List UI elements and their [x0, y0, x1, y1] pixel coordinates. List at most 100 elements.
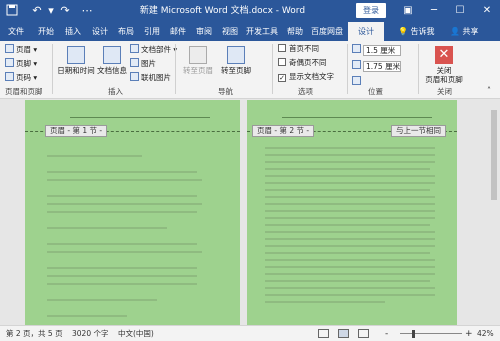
- share-button[interactable]: 👤 共享: [450, 22, 479, 41]
- undo-icon[interactable]: ↶: [30, 4, 44, 18]
- ribbon-display-icon[interactable]: ▣: [395, 0, 421, 22]
- footer-bottom-input[interactable]: 1.75 厘米: [363, 60, 401, 72]
- text-line: [265, 196, 435, 198]
- diff-odd-even-checkbox[interactable]: 奇偶页不同: [278, 58, 327, 68]
- doc-parts-button[interactable]: 文档部件 ▾: [130, 44, 177, 55]
- tab-baidu-netdisk[interactable]: 百度网盘: [309, 22, 345, 41]
- text-line: [265, 161, 435, 163]
- web-layout-icon[interactable]: [358, 329, 369, 338]
- footer-icon: [5, 58, 14, 67]
- close-icon[interactable]: ✕: [474, 0, 500, 22]
- page-left[interactable]: 页眉 - 第 1 节 -: [25, 100, 240, 325]
- text-line: [265, 203, 435, 205]
- scrollbar-thumb[interactable]: [491, 110, 497, 200]
- doc-info-icon: [103, 46, 121, 64]
- zoom-slider-thumb[interactable]: [412, 330, 415, 338]
- tab-home[interactable]: 开始: [34, 22, 58, 41]
- footer-position-icon: [352, 60, 361, 69]
- divider: [52, 44, 53, 94]
- ribbon-tabs: 文件 开始 插入 设计 布局 引用 邮件 审阅 视图 开发工具 帮助 百度网盘 …: [0, 22, 500, 41]
- group-label-close: 关闭: [437, 87, 452, 96]
- online-picture-button[interactable]: 联机图片: [130, 72, 171, 83]
- undo-dropdown-icon[interactable]: ▾: [44, 4, 58, 18]
- login-button[interactable]: 登录: [356, 3, 386, 18]
- doc-info-button[interactable]: 文档信息: [96, 46, 128, 75]
- header-button[interactable]: 页眉 ▾: [5, 44, 37, 55]
- tell-me[interactable]: 💡 告诉我: [398, 22, 435, 41]
- collapse-ribbon-icon[interactable]: ˄: [487, 86, 491, 96]
- text-line: [47, 267, 197, 269]
- share-icon: 👤: [450, 27, 463, 36]
- divider: [418, 44, 419, 94]
- zoom-in-button[interactable]: +: [465, 326, 473, 341]
- checkbox-icon: [278, 44, 286, 52]
- zoom-level[interactable]: 42%: [477, 326, 494, 341]
- page-right[interactable]: 页眉 - 第 2 节 - 与上一节相同: [247, 100, 457, 325]
- document-area: 页眉 - 第 1 节 - 页眉 - 第 2 节 - 与上一节相同: [0, 100, 500, 325]
- page-number-button[interactable]: 页码 ▾: [5, 72, 37, 83]
- header-top-input[interactable]: 1.5 厘米: [363, 44, 401, 56]
- text-line: [47, 275, 197, 277]
- tab-layout[interactable]: 布局: [114, 22, 138, 41]
- text-line: [265, 175, 435, 177]
- text-line: [47, 155, 142, 157]
- group-label-insert: 插入: [108, 87, 123, 96]
- tab-references[interactable]: 引用: [140, 22, 164, 41]
- goto-header-label: 转至页眉: [183, 66, 213, 75]
- align-tab-icon: [352, 76, 361, 85]
- zoom-out-button[interactable]: -: [385, 326, 388, 341]
- tab-review[interactable]: 审阅: [192, 22, 216, 41]
- tab-developer[interactable]: 开发工具: [244, 22, 280, 41]
- date-time-button[interactable]: 日期和时间: [56, 46, 96, 75]
- tab-help[interactable]: 帮助: [283, 22, 307, 41]
- text-line: [265, 266, 435, 268]
- header-label: 页眉: [16, 45, 31, 54]
- tab-mailings[interactable]: 邮件: [166, 22, 190, 41]
- customize-icon[interactable]: ⋯: [80, 4, 94, 18]
- window-title: 新建 Microsoft Word 文档.docx - Word: [139, 6, 306, 16]
- text-line: [265, 217, 435, 219]
- header-label-left: 页眉 - 第 1 节 -: [45, 125, 108, 137]
- header-position-icon: [352, 44, 361, 53]
- group-label-header-footer: 页眉和页脚: [5, 87, 43, 96]
- vertical-scrollbar[interactable]: [488, 100, 500, 325]
- redo-icon[interactable]: ↷: [58, 4, 72, 18]
- page-count[interactable]: 第 2 页，共 5 页: [6, 326, 63, 341]
- print-layout-icon[interactable]: [338, 329, 349, 338]
- show-doc-text-checkbox[interactable]: ✓ 显示文档文字: [278, 72, 334, 82]
- footer-button[interactable]: 页脚 ▾: [5, 58, 37, 69]
- picture-icon: [130, 58, 139, 67]
- page-number-label: 页码: [16, 73, 31, 82]
- text-line: [265, 259, 435, 261]
- goto-header-button[interactable]: 转至页眉: [180, 46, 216, 75]
- maximize-icon[interactable]: ☐: [447, 0, 473, 22]
- tab-view[interactable]: 视图: [218, 22, 242, 41]
- text-line: [265, 294, 435, 296]
- text-line: [265, 273, 435, 275]
- close-label-line2: 页眉和页脚: [425, 75, 463, 84]
- text-line: [265, 168, 430, 170]
- tab-insert[interactable]: 插入: [61, 22, 85, 41]
- header-rule: [282, 117, 432, 118]
- tab-header-footer-design[interactable]: 设计: [348, 22, 384, 41]
- text-line: [47, 243, 197, 245]
- goto-footer-button[interactable]: 转至页脚: [218, 46, 254, 75]
- save-icon[interactable]: [5, 4, 19, 18]
- read-mode-icon[interactable]: [318, 329, 329, 338]
- word-count[interactable]: 3020 个字: [72, 326, 108, 341]
- diff-first-page-checkbox[interactable]: 首页不同: [278, 44, 319, 54]
- picture-button[interactable]: 图片: [130, 58, 156, 69]
- tab-file[interactable]: 文件: [4, 22, 28, 41]
- diff-first-label: 首页不同: [289, 44, 319, 53]
- show-doc-text-label: 显示文档文字: [289, 72, 334, 81]
- minimize-icon[interactable]: ─: [421, 0, 447, 22]
- group-label-position: 位置: [368, 87, 383, 96]
- zoom-slider[interactable]: [400, 333, 462, 334]
- tab-design[interactable]: 设计: [88, 22, 112, 41]
- checkmark-icon: ✓: [278, 74, 286, 82]
- insert-align-tab-icon[interactable]: [352, 76, 363, 87]
- language-indicator[interactable]: 中文(中国): [118, 326, 154, 341]
- text-line: [265, 280, 430, 282]
- close-header-footer-button[interactable]: ✕ 关闭 页眉和页脚: [420, 46, 468, 84]
- text-line: [265, 210, 435, 212]
